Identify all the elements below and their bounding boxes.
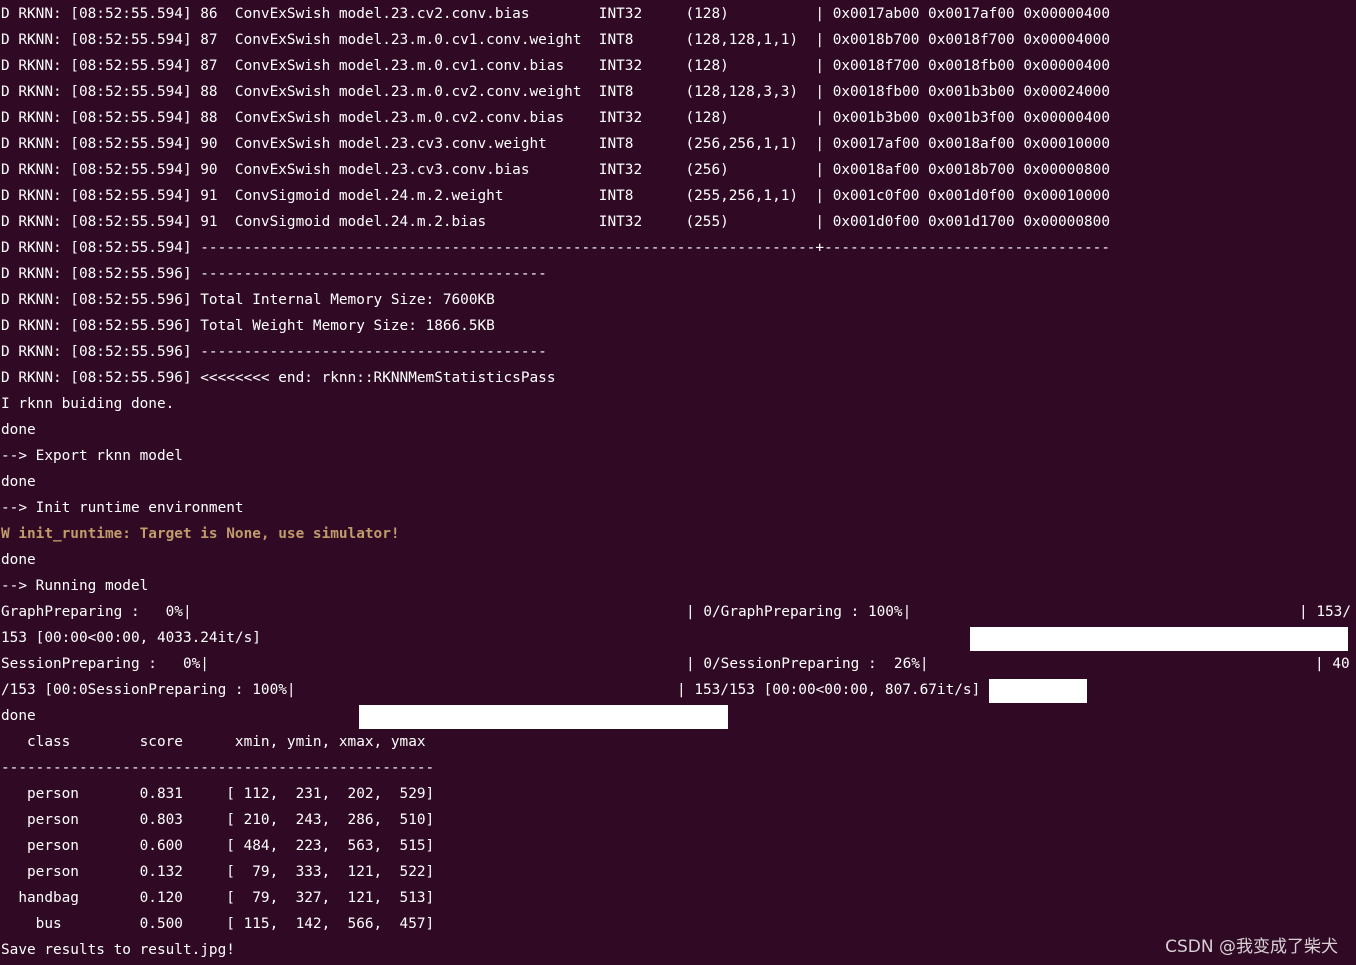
log-line: D RKNN: [08:52:55.594] 87 ConvExSwish mo…	[1, 58, 1110, 74]
weight-memory-size: D RKNN: [08:52:55.596] Total Weight Memo…	[1, 318, 495, 334]
done-line: done	[1, 708, 36, 724]
results-table-row: bus 0.500 [ 115, 142, 566, 457]	[1, 916, 435, 932]
graph-preparing-rate: 153 [00:00<00:00, 4033.24it/s]	[1, 630, 261, 646]
graph-preparing-start: GraphPreparing : 0%|	[1, 604, 192, 620]
log-line: D RKNN: [08:52:55.594] 87 ConvExSwish mo…	[1, 32, 1110, 48]
divider-line: D RKNN: [08:52:55.596] -----------------…	[1, 266, 547, 282]
log-line: D RKNN: [08:52:55.594] 91 ConvSigmoid mo…	[1, 188, 1110, 204]
divider-line: D RKNN: [08:52:55.596] -----------------…	[1, 344, 547, 360]
log-line: D RKNN: [08:52:55.594] 90 ConvExSwish mo…	[1, 136, 1110, 152]
log-line: D RKNN: [08:52:55.594] 88 ConvExSwish mo…	[1, 84, 1110, 100]
terminal-output[interactable]: D RKNN: [08:52:55.594] 86 ConvExSwish mo…	[1, 1, 1356, 963]
csdn-watermark: CSDN @我变成了柴犬	[1165, 937, 1338, 957]
export-step: --> Export rknn model	[1, 448, 183, 464]
session-preparing-final-label: /153 [00:0SessionPreparing : 100%|	[1, 682, 296, 698]
log-line: D RKNN: [08:52:55.594] 88 ConvExSwish mo…	[1, 110, 1110, 126]
results-table-header: class score xmin, ymin, xmax, ymax	[1, 734, 426, 750]
table-divider: D RKNN: [08:52:55.594] -----------------…	[1, 240, 1110, 256]
internal-memory-size: D RKNN: [08:52:55.596] Total Internal Me…	[1, 292, 495, 308]
done-line: done	[1, 474, 36, 490]
results-table-row: person 0.600 [ 484, 223, 563, 515]	[1, 838, 435, 854]
session-preparing-label: | 0/SessionPreparing : 26%|	[686, 656, 929, 672]
results-table-row: person 0.831 [ 112, 231, 202, 529]	[1, 786, 435, 802]
session-preparing-final-rate: | 153/153 [00:00<00:00, 807.67it/s]	[677, 682, 981, 698]
log-line: D RKNN: [08:52:55.594] 90 ConvExSwish mo…	[1, 162, 1110, 178]
log-line: D RKNN: [08:52:55.594] 91 ConvSigmoid mo…	[1, 214, 1110, 230]
graph-preparing-count: | 153/	[1299, 604, 1351, 620]
graph-preparing-label: | 0/GraphPreparing : 100%|	[686, 604, 912, 620]
results-table-row: handbag 0.120 [ 79, 327, 121, 513]	[1, 890, 435, 906]
done-line: done	[1, 422, 36, 438]
done-line: done	[1, 552, 36, 568]
results-table-divider: ----------------------------------------…	[1, 760, 435, 776]
session-preparing-final-line: /153 [00:0SessionPreparing : 100%| | 153…	[1, 677, 1356, 729]
log-line: D RKNN: [08:52:55.594] 86 ConvExSwish mo…	[1, 6, 1110, 22]
results-table-row: person 0.803 [ 210, 243, 286, 510]	[1, 812, 435, 828]
log-line: D RKNN: [08:52:55.596] <<<<<<<< end: rkn…	[1, 370, 556, 386]
session-preparing-count: | 40	[1315, 656, 1350, 672]
results-table-row: person 0.132 [ 79, 333, 121, 522]	[1, 864, 435, 880]
init-runtime-step: --> Init runtime environment	[1, 500, 244, 516]
session-preparing-start: SessionPreparing : 0%|	[1, 656, 209, 672]
build-status: I rknn buiding done.	[1, 396, 175, 412]
graph-preparing-line: GraphPreparing : 0%| | 0/GraphPreparing …	[1, 599, 1356, 651]
session-preparing-line: SessionPreparing : 0%| | 0/SessionPrepar…	[1, 651, 1356, 703]
save-results-line: Save results to result.jpg!	[1, 942, 235, 958]
running-model-step: --> Running model	[1, 578, 149, 594]
warning-line: W init_runtime: Target is None, use simu…	[1, 526, 400, 542]
